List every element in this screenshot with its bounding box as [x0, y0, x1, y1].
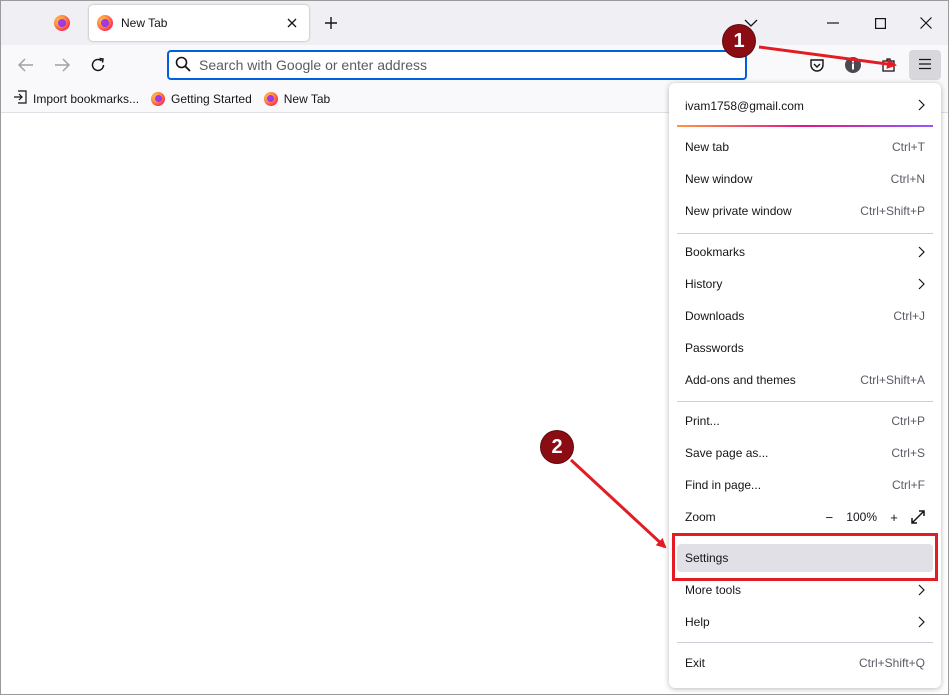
menu-item-label: Print... [685, 414, 720, 428]
close-window-button[interactable] [904, 7, 948, 39]
account-email: ivam1758@gmail.com [685, 99, 804, 113]
settings-highlight-box [672, 533, 938, 581]
bookmark-new-tab[interactable]: New Tab [263, 91, 331, 106]
firefox-icon [54, 15, 70, 31]
menu-item-new-window[interactable]: New window Ctrl+N [677, 165, 933, 193]
browser-window: New Tab Search with Google or enter addr… [0, 0, 949, 695]
bookmark-import[interactable]: Import bookmarks... [13, 90, 139, 107]
chevron-right-icon [918, 278, 925, 290]
tab-title: New Tab [121, 16, 168, 30]
forward-button[interactable] [48, 51, 76, 79]
firefox-icon [263, 91, 278, 106]
menu-item-label: Find in page... [685, 478, 762, 492]
menu-item-help[interactable]: Help [677, 608, 933, 636]
chevron-right-icon [918, 99, 925, 114]
menu-separator [677, 233, 933, 234]
menu-item-save-page-as[interactable]: Save page as... Ctrl+S [677, 439, 933, 467]
menu-item-label: Downloads [685, 309, 745, 323]
menu-item-zoom: Zoom − 100% + [677, 503, 933, 531]
menu-item-label: History [685, 277, 723, 291]
firefox-icon [97, 15, 113, 31]
maximize-button[interactable] [858, 7, 902, 39]
menu-item-find-in-page[interactable]: Find in page... Ctrl+F [677, 471, 933, 499]
address-input[interactable] [199, 57, 719, 73]
pinned-tab[interactable] [45, 7, 79, 39]
menu-item-history[interactable]: History [677, 270, 933, 298]
bookmark-label: Import bookmarks... [33, 91, 140, 106]
reload-button[interactable] [84, 51, 112, 79]
menu-item-label: More tools [685, 583, 742, 597]
menu-item-passwords[interactable]: Passwords [677, 334, 933, 362]
menu-item-label: Zoom [685, 510, 716, 524]
zoom-in-button[interactable]: + [885, 508, 903, 526]
import-icon [13, 90, 27, 107]
menu-item-shortcut: Ctrl+Shift+P [860, 204, 925, 218]
menu-separator [677, 401, 933, 402]
step-2-badge: 2 [541, 431, 573, 463]
menu-item-label: Help [685, 615, 710, 629]
zoom-level[interactable]: 100% [846, 510, 877, 524]
menu-item-shortcut: Ctrl+S [891, 446, 925, 460]
bookmark-label: Getting Started [171, 91, 252, 106]
navigation-toolbar [1, 45, 948, 85]
open-application-menu-button[interactable] [909, 50, 941, 80]
menu-item-addons-and-themes[interactable]: Add-ons and themes Ctrl+Shift+A [677, 366, 933, 394]
menu-item-bookmarks[interactable]: Bookmarks [677, 238, 933, 266]
chevron-right-icon [918, 246, 925, 258]
tab-new-tab[interactable]: New Tab [89, 5, 309, 41]
zoom-controls: − 100% + [820, 508, 925, 526]
menu-separator [677, 642, 933, 643]
menu-item-print[interactable]: Print... Ctrl+P [677, 407, 933, 435]
zoom-out-button[interactable]: − [820, 508, 838, 526]
search-icon [175, 56, 191, 75]
chevron-right-icon [918, 584, 925, 596]
account-row[interactable]: ivam1758@gmail.com [677, 93, 933, 119]
menu-item-shortcut: Ctrl+N [890, 172, 925, 186]
menu-item-downloads[interactable]: Downloads Ctrl+J [677, 302, 933, 330]
chevron-right-icon [918, 616, 925, 628]
menu-item-label: Passwords [685, 341, 744, 355]
step-1-badge: 1 [723, 25, 755, 57]
extensions-icon[interactable] [877, 53, 901, 77]
firefox-icon [151, 91, 166, 106]
pocket-icon[interactable] [805, 53, 829, 77]
tab-strip: New Tab [1, 1, 948, 45]
menu-item-new-tab[interactable]: New tab Ctrl+T [677, 133, 933, 161]
menu-item-shortcut: Ctrl+F [892, 478, 925, 492]
account-separator [677, 125, 933, 127]
menu-item-label: Bookmarks [685, 245, 746, 259]
menu-item-label: Add-ons and themes [685, 373, 796, 387]
hamburger-menu-icon [918, 58, 932, 73]
application-menu-panel: ivam1758@gmail.com New tab Ctrl+T New wi… [669, 83, 941, 688]
menu-item-label: Exit [685, 656, 706, 670]
menu-item-shortcut: Ctrl+Shift+Q [858, 656, 925, 670]
menu-item-label: New tab [685, 140, 730, 154]
bookmark-label: New Tab [283, 91, 331, 106]
menu-item-shortcut: Ctrl+P [891, 414, 925, 428]
fullscreen-icon[interactable] [911, 510, 925, 524]
menu-item-shortcut: Ctrl+T [892, 140, 925, 154]
minimize-button[interactable] [811, 7, 855, 39]
menu-item-shortcut: Ctrl+J [893, 309, 925, 323]
menu-item-exit[interactable]: Exit Ctrl+Shift+Q [677, 649, 933, 677]
menu-item-shortcut: Ctrl+Shift+A [860, 373, 925, 387]
menu-item-label: Save page as... [685, 446, 769, 460]
new-tab-button[interactable] [319, 11, 343, 35]
address-bar[interactable] [167, 50, 747, 80]
close-tab-icon[interactable] [283, 14, 301, 32]
menu-item-new-private-window[interactable]: New private window Ctrl+Shift+P [677, 197, 933, 225]
menu-item-label: New window [685, 172, 753, 186]
menu-item-label: New private window [685, 204, 792, 218]
back-button[interactable] [12, 51, 40, 79]
info-icon[interactable] [841, 53, 865, 77]
bookmark-getting-started[interactable]: Getting Started [151, 91, 252, 106]
